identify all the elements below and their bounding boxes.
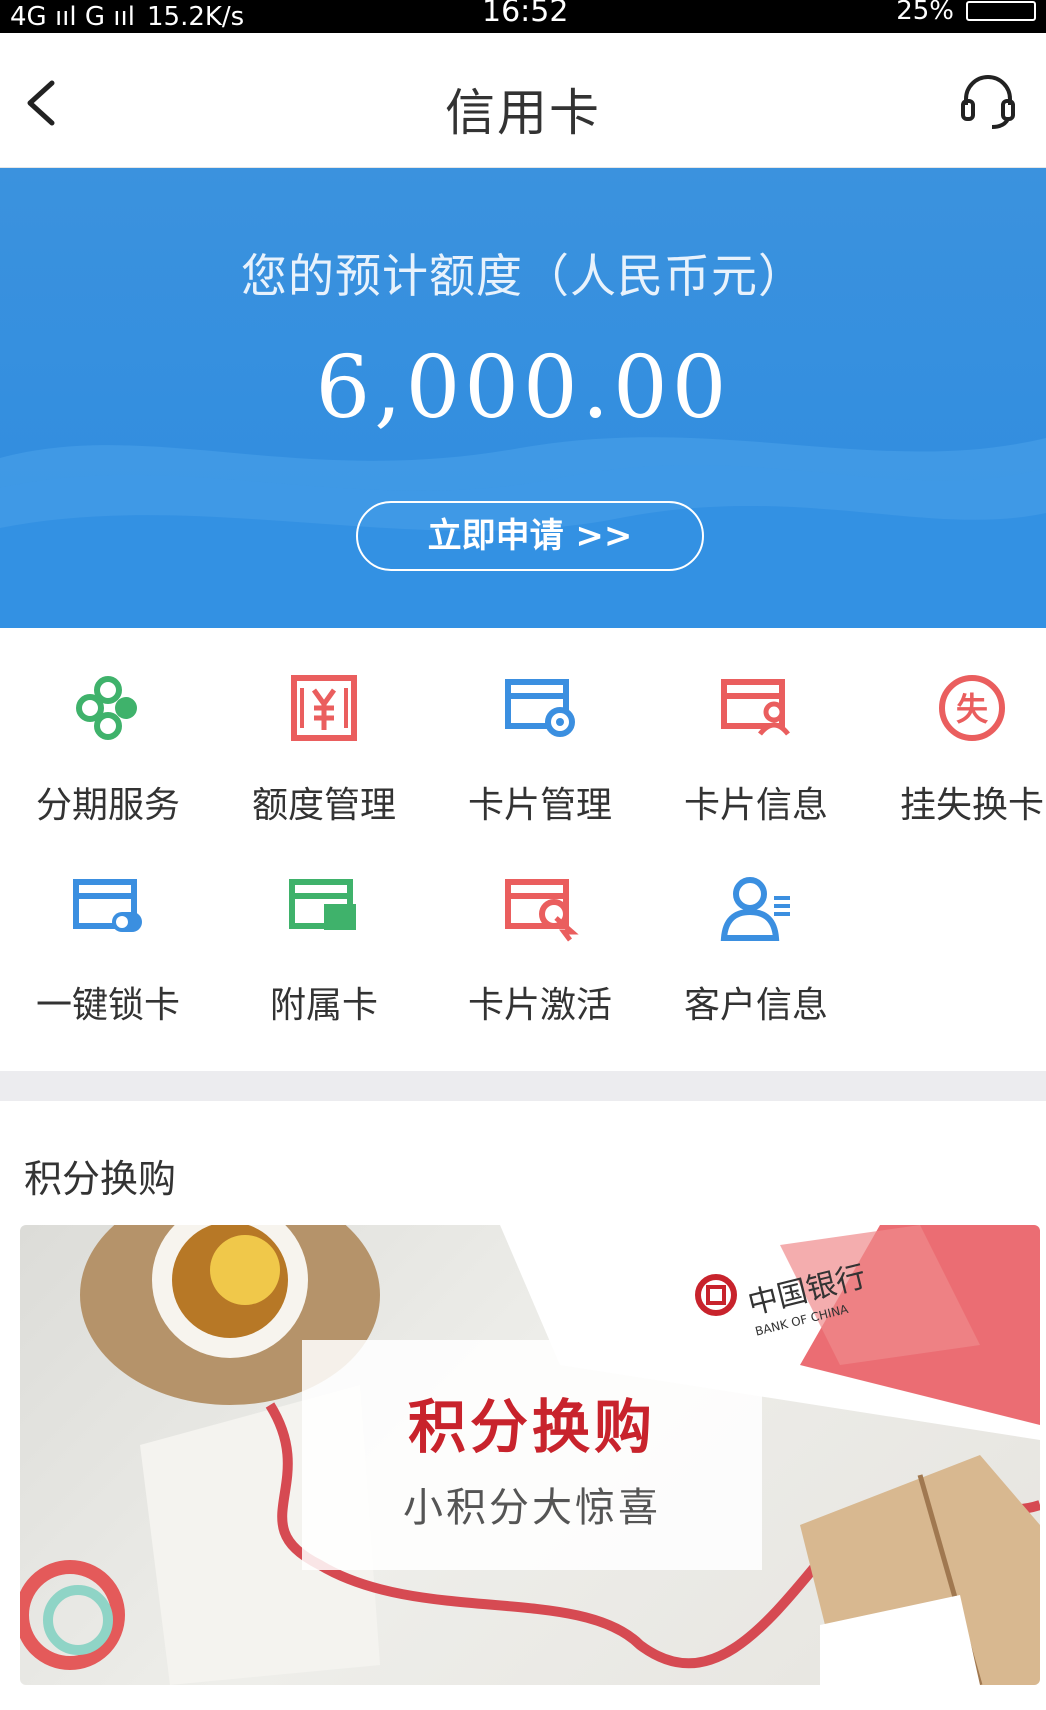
banner-title: 积分换购: [407, 1393, 656, 1461]
page-title: 信用卡: [445, 84, 601, 142]
service-installment[interactable]: 分期服务: [0, 628, 216, 826]
network-speed: 15.2K/s: [146, 1, 245, 32]
service-label: 一键锁卡: [35, 985, 180, 1026]
service-label: 额度管理: [251, 785, 396, 826]
battery-icon: [966, 1, 1036, 21]
supplementary-card-icon: [289, 879, 356, 930]
section-divider: [0, 1071, 1046, 1101]
service-card-lock[interactable]: 一键锁卡: [0, 828, 216, 1026]
nav-bar: 信用卡: [0, 33, 1046, 168]
service-label: 挂失换卡: [899, 785, 1044, 826]
service-label: 客户信息: [683, 985, 828, 1026]
points-exchange-banner[interactable]: 中国银行 BANK OF CHINA 积分换购 小积分大惊喜: [20, 1225, 1040, 1685]
estimated-limit-label: 您的预计额度（人民币元）: [241, 249, 805, 303]
service-card-info[interactable]: 卡片信息: [648, 628, 864, 826]
status-bar: 4G ııl G ııl 15.2K/s 16:52 25%: [0, 0, 1046, 33]
service-customer-info[interactable]: 客户信息: [648, 828, 864, 1026]
headset-icon: [961, 75, 1015, 129]
service-label: 分期服务: [35, 785, 180, 826]
customer-info-icon: [720, 877, 790, 941]
credit-limit-icon: [291, 675, 357, 741]
banner-subtitle: 小积分大惊喜: [403, 1485, 661, 1531]
service-report-loss[interactable]: 失 挂失换卡: [864, 628, 1046, 826]
service-supplementary-card[interactable]: 附属卡: [216, 828, 432, 1026]
banner-text-card: 积分换购 小积分大惊喜: [302, 1340, 762, 1570]
service-card-activation[interactable]: 卡片激活: [432, 828, 648, 1026]
customer-service-button[interactable]: [958, 71, 1018, 131]
card-lock-icon: [73, 879, 142, 932]
service-label: 附属卡: [269, 985, 378, 1026]
estimated-limit-amount: 6,000.00: [315, 338, 731, 438]
apply-now-button[interactable]: 立即申请 >>: [356, 501, 704, 571]
service-card-management[interactable]: 卡片管理: [432, 628, 648, 826]
service-label: 卡片信息: [683, 785, 828, 826]
installment-icon: [76, 676, 137, 740]
svg-text:失: 失: [956, 690, 989, 728]
clock: 16:52: [482, 0, 569, 29]
points-section-title: 积分换购: [24, 1157, 177, 1201]
service-credit-limit[interactable]: 额度管理: [216, 628, 432, 826]
battery-percent: 25%: [896, 0, 954, 26]
card-info-icon: [721, 679, 790, 736]
card-settings-icon: [505, 679, 575, 737]
service-label: 卡片管理: [467, 785, 612, 826]
service-grid: 分期服务 额度管理 卡片管理 卡片信息 失 挂失换卡 一键锁卡 附属卡 卡片激活…: [0, 628, 1046, 1071]
service-label: 卡片激活: [467, 985, 612, 1026]
report-loss-icon: 失: [939, 675, 1005, 741]
card-activate-icon: [505, 879, 579, 942]
network-indicator: 4G ııl G ııl: [10, 1, 135, 32]
credit-limit-banner: 您的预计额度（人民币元） 6,000.00 立即申请 >>: [0, 168, 1046, 628]
